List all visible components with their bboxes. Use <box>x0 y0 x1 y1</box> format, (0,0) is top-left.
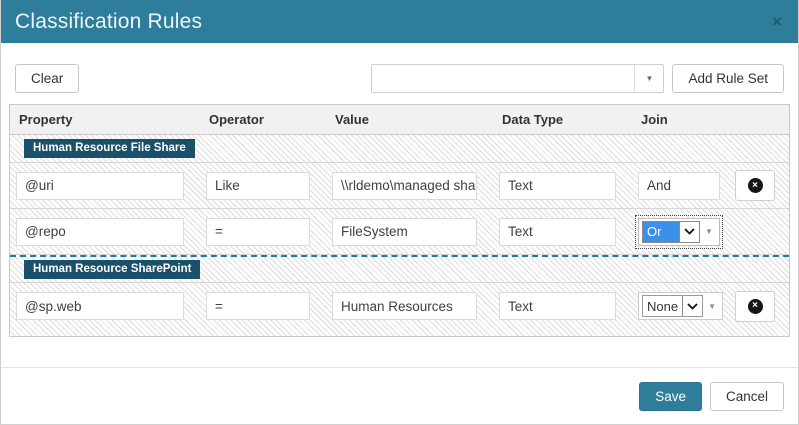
clear-button[interactable]: Clear <box>15 64 79 93</box>
cancel-button[interactable]: Cancel <box>710 382 784 411</box>
join-selected-value: None <box>643 296 682 316</box>
property-field[interactable]: @sp.web <box>16 292 184 320</box>
column-header-value: Value <box>326 112 493 127</box>
dialog-titlebar: Classification Rules × <box>1 0 798 43</box>
operator-field[interactable]: = <box>206 292 310 320</box>
value-field[interactable]: FileSystem <box>332 218 477 246</box>
dialog-title: Classification Rules <box>15 10 202 34</box>
table-body: Human Resource File Share @uri Like \\rl… <box>10 135 789 336</box>
join-select[interactable]: None ▼ <box>638 292 723 320</box>
operator-field[interactable]: = <box>206 218 310 246</box>
save-button[interactable]: Save <box>639 382 702 411</box>
chevron-down-icon[interactable] <box>682 296 702 316</box>
join-selected-value: Or <box>643 222 679 242</box>
ruleset-combobox-input[interactable] <box>372 65 634 92</box>
dropdown-arrow-icon[interactable]: ▼ <box>702 227 716 236</box>
delete-rule-button[interactable]: × <box>735 291 775 322</box>
property-field[interactable]: @uri <box>16 172 184 200</box>
property-field[interactable]: @repo <box>16 218 184 246</box>
column-header-data-type: Data Type <box>493 112 632 127</box>
value-field[interactable]: Human Resources <box>332 292 477 320</box>
table-row: @uri Like \\rldemo\managed sha... Text A… <box>10 163 789 209</box>
group-badge: Human Resource File Share <box>24 139 195 158</box>
join-select[interactable]: Or ▼ <box>638 218 720 246</box>
group-header-sharepoint: Human Resource SharePoint <box>10 255 789 283</box>
operator-field[interactable]: Like <box>206 172 310 200</box>
delete-rule-button[interactable]: × <box>735 170 775 201</box>
join-field[interactable]: And <box>638 172 720 200</box>
circle-x-icon: × <box>748 178 763 193</box>
close-icon[interactable]: × <box>768 11 786 32</box>
group-badge: Human Resource SharePoint <box>24 260 200 279</box>
data-type-field[interactable]: Text <box>499 218 616 246</box>
ruleset-combobox[interactable]: ▼ <box>371 64 664 93</box>
join-native-select[interactable]: None <box>642 295 703 317</box>
column-header-join: Join <box>632 112 729 127</box>
table-row: @sp.web = Human Resources Text None ▼ <box>10 283 789 329</box>
value-field[interactable]: \\rldemo\managed sha... <box>332 172 477 200</box>
chevron-down-icon[interactable] <box>679 222 699 242</box>
chevron-down-icon[interactable]: ▼ <box>634 65 663 92</box>
data-type-field[interactable]: Text <box>499 172 616 200</box>
classification-rules-dialog: Classification Rules × Clear ▼ Add Rule … <box>0 0 799 425</box>
column-header-operator: Operator <box>200 112 326 127</box>
circle-x-icon: × <box>748 299 763 314</box>
rules-table: Property Operator Value Data Type Join H… <box>9 104 790 337</box>
join-native-select[interactable]: Or <box>642 221 700 243</box>
table-row: @repo = FileSystem Text Or ▼ <box>10 209 789 255</box>
dialog-footer: Save Cancel <box>1 367 798 424</box>
dropdown-arrow-icon[interactable]: ▼ <box>705 302 719 311</box>
data-type-field[interactable]: Text <box>499 292 616 320</box>
toolbar: Clear ▼ Add Rule Set <box>15 64 784 93</box>
column-header-property: Property <box>10 112 200 127</box>
table-header-row: Property Operator Value Data Type Join <box>10 105 789 135</box>
group-header-file-share: Human Resource File Share <box>10 135 789 163</box>
add-rule-set-button[interactable]: Add Rule Set <box>672 64 784 93</box>
